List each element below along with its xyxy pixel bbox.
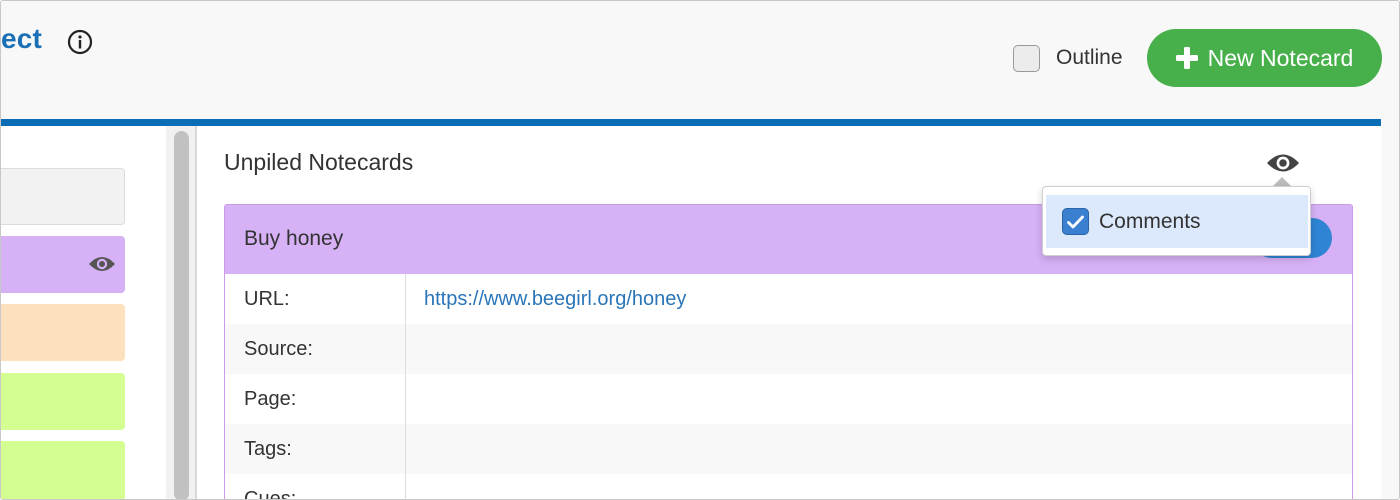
new-notecard-button[interactable]: New Notecard xyxy=(1147,29,1382,87)
pile-item[interactable] xyxy=(1,373,125,430)
menu-item-label: Comments xyxy=(1099,209,1201,233)
notecard-row: Page: xyxy=(225,374,1352,424)
sidebar-scrollbar-thumb[interactable] xyxy=(174,131,189,499)
menu-item-comments[interactable]: Comments xyxy=(1046,195,1308,248)
outline-label: Outline xyxy=(1056,46,1123,69)
pile-item[interactable] xyxy=(1,304,125,361)
field-value[interactable] xyxy=(406,324,1352,374)
field-label: URL: xyxy=(225,274,406,324)
pile-item[interactable] xyxy=(1,441,125,499)
field-label: Tags: xyxy=(225,424,406,474)
app-window: ect Outline New Notecard Unpiled Notecar… xyxy=(0,0,1400,500)
popover-arrow xyxy=(1273,177,1291,186)
panel-title: Unpiled Notecards xyxy=(224,149,414,175)
notecards-panel: Unpiled Notecards Buy honey URL: https:/… xyxy=(197,126,1381,499)
pile-item[interactable] xyxy=(1,168,125,225)
visibility-menu: Comments xyxy=(1042,186,1311,256)
outline-checkbox[interactable] xyxy=(1013,44,1040,72)
info-icon[interactable] xyxy=(67,29,93,55)
field-value[interactable] xyxy=(406,474,1352,499)
notecard-row: Source: xyxy=(225,324,1352,374)
notecard-row: URL: https://www.beegirl.org/honey xyxy=(225,274,1352,324)
field-label: Source: xyxy=(225,324,406,374)
eye-icon[interactable] xyxy=(88,254,116,274)
new-notecard-label: New Notecard xyxy=(1207,44,1354,71)
checkmark-icon xyxy=(1067,215,1084,228)
comments-checkbox[interactable] xyxy=(1062,208,1089,235)
notecard-row: Cues: xyxy=(225,474,1352,499)
url-link[interactable]: https://www.beegirl.org/honey xyxy=(406,274,1352,324)
header-divider xyxy=(1,119,1381,126)
outline-toggle[interactable]: Outline xyxy=(1013,43,1123,73)
field-value[interactable] xyxy=(406,424,1352,474)
plus-icon xyxy=(1175,47,1198,69)
piles-sidebar xyxy=(1,126,166,499)
notecard-title[interactable]: Buy honey xyxy=(244,227,343,251)
project-title[interactable]: ect xyxy=(1,23,42,55)
field-label: Page: xyxy=(225,374,406,424)
notecard-row: Tags: xyxy=(225,424,1352,474)
field-label: Cues: xyxy=(225,474,406,499)
field-value[interactable] xyxy=(406,374,1352,424)
pile-item[interactable] xyxy=(1,236,125,293)
eye-icon[interactable] xyxy=(1266,151,1300,175)
